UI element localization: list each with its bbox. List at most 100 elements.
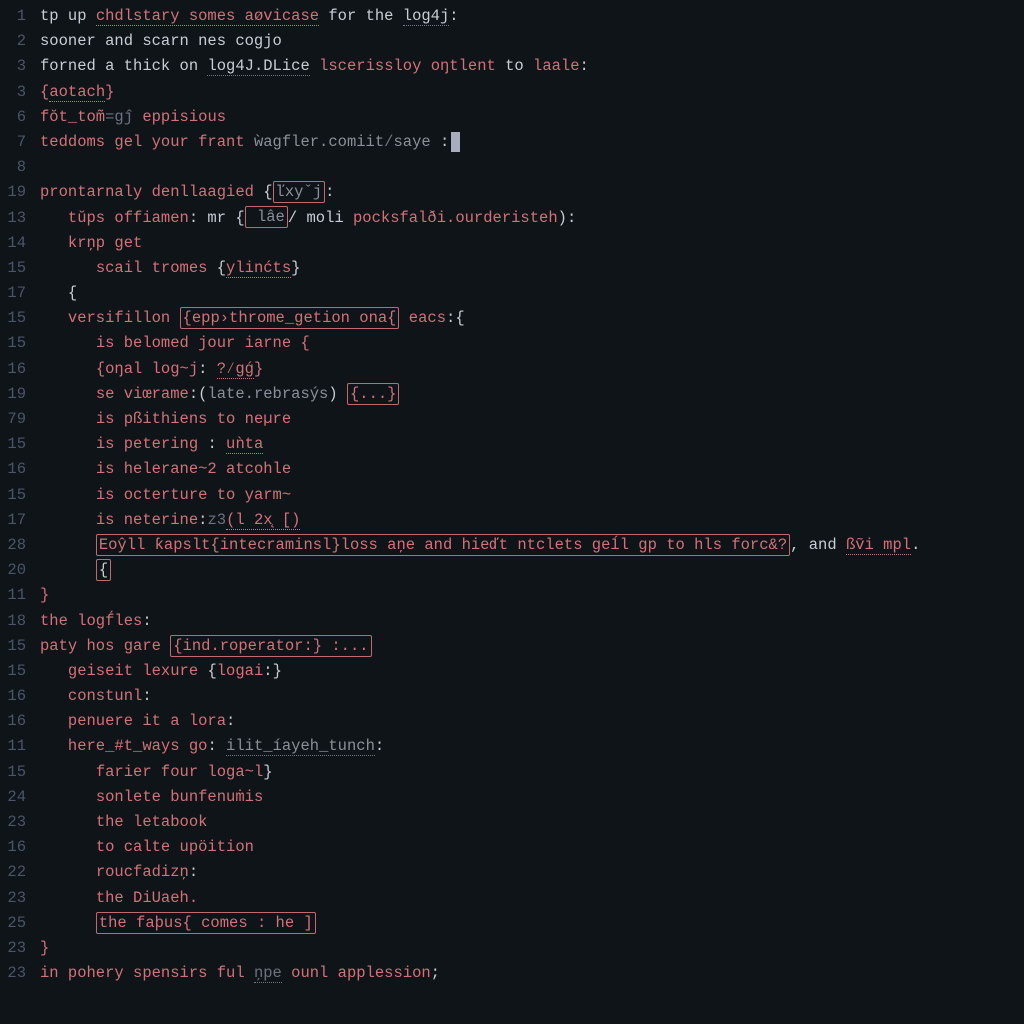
code-token: eppisious xyxy=(133,108,226,126)
line-number: 25 xyxy=(0,911,26,936)
code-line[interactable]: scail tromes {ylinćts} xyxy=(40,256,1024,281)
code-line[interactable]: here_#t_ways go: ilit_íayeh_tunch: xyxy=(40,734,1024,759)
code-token: ilit_íayeh_tunch xyxy=(226,737,375,756)
code-token: : xyxy=(226,712,235,730)
code-line[interactable]: roucfadizņ: xyxy=(40,860,1024,885)
code-token: { xyxy=(217,259,226,277)
code-token: forned a thick on xyxy=(40,57,207,75)
code-token: krņp get xyxy=(68,234,142,252)
code-line[interactable]: se viœrame:(late.rebrasýs) {...} xyxy=(40,382,1024,407)
code-token: } xyxy=(254,360,263,378)
line-number-gutter: 1233678191314151715151619791516151728201… xyxy=(0,4,34,1024)
code-token: log4j xyxy=(403,7,450,26)
code-token: pocksfalði.ourderisteh xyxy=(353,209,558,227)
code-line[interactable] xyxy=(40,155,1024,180)
line-number: 15 xyxy=(0,634,26,659)
code-token: : xyxy=(325,183,334,201)
code-line[interactable]: the letabook xyxy=(40,810,1024,835)
line-number: 16 xyxy=(0,684,26,709)
line-number: 24 xyxy=(0,785,26,810)
code-token: {...} xyxy=(347,383,400,405)
line-number: 18 xyxy=(0,609,26,634)
code-token: saye xyxy=(393,133,430,151)
code-token: } xyxy=(291,259,300,277)
code-line[interactable]: { xyxy=(40,281,1024,306)
code-line[interactable]: forned a thick on log4J.DLice lscerisslo… xyxy=(40,54,1024,79)
code-line[interactable]: } xyxy=(40,583,1024,608)
line-number: 15 xyxy=(0,659,26,684)
code-token: the logf́les xyxy=(40,612,142,630)
code-line[interactable]: { xyxy=(40,558,1024,583)
code-line[interactable]: sonlete bunfenuṁis xyxy=(40,785,1024,810)
code-token: logai xyxy=(217,662,264,680)
code-line[interactable]: {oŋal log~j: ?⁄gǵ} xyxy=(40,357,1024,382)
code-line[interactable]: } xyxy=(40,936,1024,961)
code-token xyxy=(399,309,408,327)
code-line[interactable]: Eoŷll ƙapslt{intecraminsl}loss aņe and h… xyxy=(40,533,1024,558)
line-number: 15 xyxy=(0,432,26,457)
code-line[interactable]: constunl: xyxy=(40,684,1024,709)
code-line[interactable]: is pßithiens to neµre xyxy=(40,407,1024,432)
code-line[interactable]: is helerane~2 atcohle xyxy=(40,457,1024,482)
line-number: 14 xyxy=(0,231,26,256)
line-number: 15 xyxy=(0,256,26,281)
code-token: . xyxy=(911,536,920,554)
line-number: 16 xyxy=(0,835,26,860)
code-line[interactable]: is belomed jour iarne { xyxy=(40,331,1024,356)
code-token: eacs xyxy=(409,309,446,327)
code-token: ?⁄gǵ xyxy=(217,360,254,379)
code-line[interactable]: the DiUaeh. xyxy=(40,886,1024,911)
code-token: log4J.DLice xyxy=(207,57,309,76)
code-line[interactable]: the logf́les: xyxy=(40,609,1024,634)
code-token: } xyxy=(40,586,49,604)
code-line[interactable]: prontarnaly denllaagied {ľxyˇj: xyxy=(40,180,1024,205)
code-line[interactable]: sooner and scarn nes cogjo xyxy=(40,29,1024,54)
code-token: { xyxy=(68,284,77,302)
line-number: 23 xyxy=(0,961,26,986)
code-line[interactable]: krņp get xyxy=(40,231,1024,256)
code-editor[interactable]: 1233678191314151715151619791516151728201… xyxy=(0,0,1024,1024)
code-token: } xyxy=(273,662,282,680)
line-number: 16 xyxy=(0,357,26,382)
code-token: tp up xyxy=(40,7,96,25)
code-line[interactable]: tp up chdlstary somes aøvicase for the l… xyxy=(40,4,1024,29)
text-cursor xyxy=(451,132,460,152)
code-line[interactable]: in pohery spensirs ful ņpe ounl applessi… xyxy=(40,961,1024,986)
code-line[interactable]: is petering : uǹta xyxy=(40,432,1024,457)
code-token: the letabook xyxy=(96,813,208,831)
code-token: aotach xyxy=(49,83,105,102)
line-number: 17 xyxy=(0,508,26,533)
code-token: uǹta xyxy=(226,435,263,454)
code-token: } xyxy=(105,83,114,101)
code-line[interactable]: is neterine:z3(l 2x̨ [) xyxy=(40,508,1024,533)
code-token: roucfadizņ xyxy=(96,863,189,881)
line-number: 23 xyxy=(0,886,26,911)
code-line[interactable]: paty hos gare {ind.roperator:} :... xyxy=(40,634,1024,659)
code-line[interactable]: {aotach} xyxy=(40,80,1024,105)
code-line[interactable]: geiseit lexure {logai:} xyxy=(40,659,1024,684)
code-line[interactable]: versifillon {epp›throme_getion ona{ eacs… xyxy=(40,306,1024,331)
code-line[interactable]: penuere it a lora: xyxy=(40,709,1024,734)
code-line[interactable]: teddoms gel your frant ẁagfler.comiit/sa… xyxy=(40,130,1024,155)
line-number: 15 xyxy=(0,483,26,508)
code-line[interactable]: the faþus{ comes : he ] xyxy=(40,911,1024,936)
code-token: to xyxy=(496,57,533,75)
code-token: {ind.roperator:} :... xyxy=(170,635,371,657)
line-number: 16 xyxy=(0,457,26,482)
line-number: 2 xyxy=(0,29,26,54)
code-token: : xyxy=(142,612,151,630)
code-line[interactable]: to calte upöition xyxy=(40,835,1024,860)
code-line[interactable]: is octerture to yarm~ xyxy=(40,483,1024,508)
line-number: 22 xyxy=(0,860,26,885)
code-line[interactable]: fŏt_tom̃=gĵ eppisious xyxy=(40,105,1024,130)
code-token: prontarnaly denllaagied xyxy=(40,183,263,201)
code-line[interactable]: tŭps offiamen: mr { lâe/ moli pocksfalði… xyxy=(40,206,1024,231)
code-token: :( xyxy=(189,385,208,403)
code-area[interactable]: tp up chdlstary somes aøvicase for the l… xyxy=(34,4,1024,1024)
code-token: : mr xyxy=(189,209,236,227)
code-line[interactable]: farier four loga~l} xyxy=(40,760,1024,785)
line-number: 15 xyxy=(0,306,26,331)
line-number: 16 xyxy=(0,709,26,734)
line-number: 19 xyxy=(0,382,26,407)
code-token: { xyxy=(96,360,105,378)
